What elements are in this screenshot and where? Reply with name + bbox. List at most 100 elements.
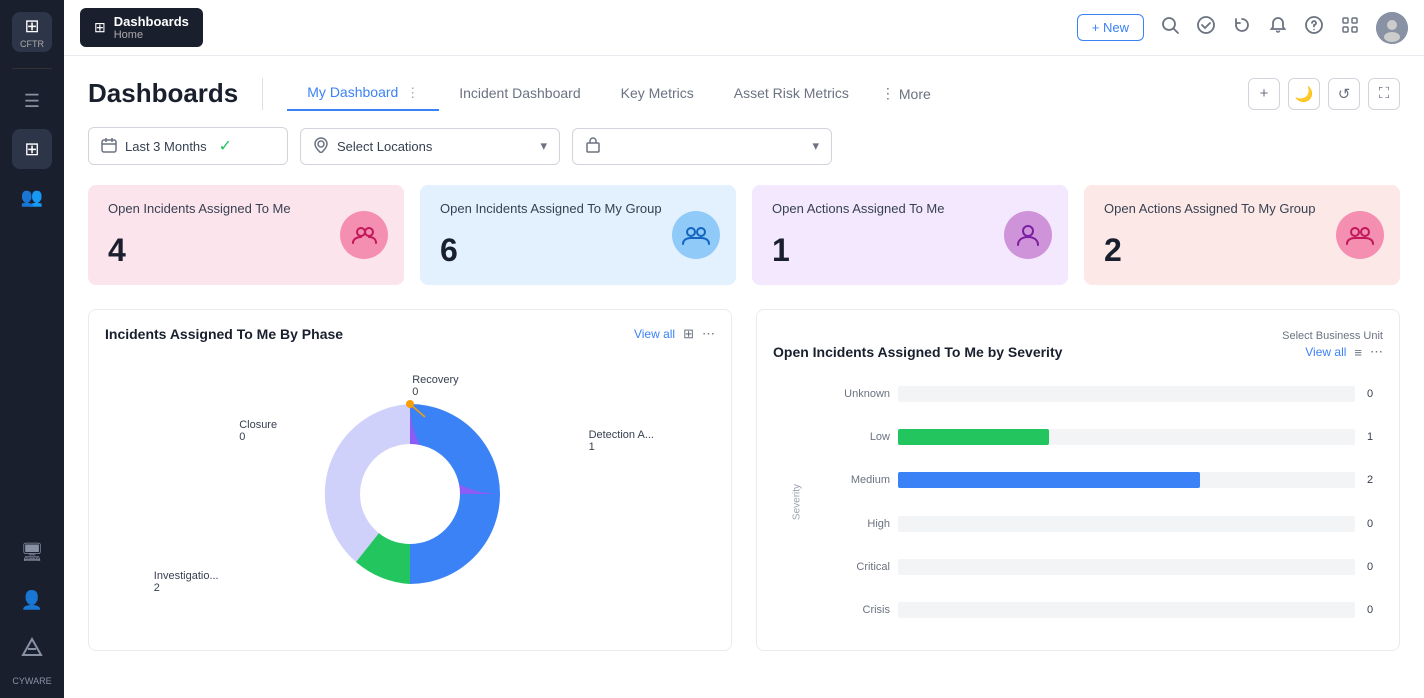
metric-card-actions-me-icon xyxy=(1004,211,1052,259)
tab-my-dashboard[interactable]: My Dashboard ⋮ xyxy=(287,76,439,111)
bar-row-critical: Critical 0 xyxy=(835,559,1383,575)
page-tabs: My Dashboard ⋮ Incident Dashboard Key Me… xyxy=(287,76,943,111)
donut-chart: Recovery 0 Closure 0 Detection A... 1 In… xyxy=(105,354,715,634)
tab-more[interactable]: ⋮ More xyxy=(869,77,943,110)
help-icon[interactable] xyxy=(1304,15,1324,40)
location-chevron-icon: ▾ xyxy=(540,138,547,154)
bar-chart-container: Severity Unknown 0 Low xyxy=(773,372,1383,632)
bar-track-low xyxy=(898,429,1355,445)
donut-chart-table-icon[interactable]: ⊞ xyxy=(683,326,694,342)
topbar-tab-label: Dashboards xyxy=(114,14,189,29)
sidebar-bottom: 🖥 👤 CYWARE xyxy=(12,532,52,686)
logo-text: CFTR xyxy=(20,39,44,49)
bar-row-low: Low 1 xyxy=(835,429,1383,445)
donut-chart-card: Incidents Assigned To Me By Phase View a… xyxy=(88,309,732,651)
bar-chart-title: Open Incidents Assigned To Me by Severit… xyxy=(773,344,1062,360)
refresh-dashboard-button[interactable]: ↺ xyxy=(1328,78,1360,110)
sidebar-item-dashboard[interactable]: ⊞ xyxy=(12,129,52,169)
location-filter[interactable]: Select Locations ▾ xyxy=(300,128,560,165)
cyware-icon xyxy=(21,637,43,659)
topbar-actions: + New xyxy=(1077,12,1408,44)
tab-asset-risk[interactable]: Asset Risk Metrics xyxy=(714,77,869,111)
bar-label-unknown: Unknown xyxy=(835,388,890,400)
tab-incident-dashboard[interactable]: Incident Dashboard xyxy=(439,77,600,111)
bar-chart-actions: View all ≡ ⋯ xyxy=(1305,344,1383,360)
topbar-dashboards-tab[interactable]: ⊞ Dashboards Home xyxy=(80,8,203,47)
metric-card-incidents-me-title: Open Incidents Assigned To Me xyxy=(108,201,384,216)
sidebar-logo[interactable]: ⊞ CFTR xyxy=(12,12,52,52)
new-button[interactable]: + New xyxy=(1077,14,1144,41)
bar-chart-rows: Unknown 0 Low 1 xyxy=(805,372,1383,632)
bar-value-critical: 0 xyxy=(1367,561,1383,573)
sidebar-divider-1 xyxy=(12,68,52,69)
date-filter[interactable]: Last 3 Months ✓ xyxy=(88,127,288,165)
metric-card-incidents-group-title: Open Incidents Assigned To My Group xyxy=(440,201,716,216)
bar-chart-card: Select Business Unit Open Incidents Assi… xyxy=(756,309,1400,651)
tab-key-metrics[interactable]: Key Metrics xyxy=(601,77,714,111)
metric-card-incidents-me[interactable]: Open Incidents Assigned To Me 4 xyxy=(88,185,404,285)
donut-svg xyxy=(295,379,525,609)
bar-row-medium: Medium 2 xyxy=(835,472,1383,488)
header-right-actions: + 🌙 ↺ ⛶ xyxy=(1248,78,1400,110)
bar-fill-medium xyxy=(898,472,1200,488)
select-business-unit: Select Business Unit xyxy=(773,326,1383,344)
bar-chart-more-icon[interactable]: ⋯ xyxy=(1370,344,1383,360)
refresh-icon[interactable] xyxy=(1232,15,1252,40)
metric-card-incidents-me-icon xyxy=(340,211,388,259)
dark-mode-button[interactable]: 🌙 xyxy=(1288,78,1320,110)
donut-label-recovery: Recovery 0 xyxy=(412,374,458,398)
check-circle-icon[interactable] xyxy=(1196,15,1216,40)
donut-chart-more-icon[interactable]: ⋯ xyxy=(702,326,715,342)
avatar-image xyxy=(1376,12,1408,44)
topbar-tab-sub: Home xyxy=(114,29,189,41)
bar-chart-list-icon[interactable]: ≡ xyxy=(1354,345,1362,360)
metric-card-actions-me[interactable]: Open Actions Assigned To Me 1 xyxy=(752,185,1068,285)
location-icon xyxy=(313,137,329,156)
content-area: Dashboards My Dashboard ⋮ Incident Dashb… xyxy=(64,56,1424,698)
business-filter[interactable]: ▾ xyxy=(572,128,832,165)
main-content: ⊞ Dashboards Home + New xyxy=(64,0,1424,698)
select-business-unit-label[interactable]: Select Business Unit xyxy=(1282,330,1383,342)
search-icon[interactable] xyxy=(1160,15,1180,40)
bar-chart-header: Open Incidents Assigned To Me by Severit… xyxy=(773,344,1383,360)
topbar: ⊞ Dashboards Home + New xyxy=(64,0,1424,56)
sidebar-item-users[interactable]: 👥 xyxy=(12,177,52,217)
bar-view-all[interactable]: View all xyxy=(1305,345,1346,359)
bar-track-medium xyxy=(898,472,1355,488)
metric-card-actions-group-icon xyxy=(1336,211,1384,259)
bar-row-crisis: Crisis 0 xyxy=(835,602,1383,618)
bar-fill-low xyxy=(898,429,1049,445)
metric-card-actions-group[interactable]: Open Actions Assigned To My Group 2 xyxy=(1084,185,1400,285)
sidebar-item-menu[interactable]: ☰ xyxy=(12,81,52,121)
metric-card-actions-me-title: Open Actions Assigned To Me xyxy=(772,201,1048,216)
menu-icon: ☰ xyxy=(24,91,40,112)
bar-row-unknown: Unknown 0 xyxy=(835,386,1383,402)
sidebar-item-person[interactable]: 👤 xyxy=(12,580,52,620)
donut-chart-title: Incidents Assigned To Me By Phase xyxy=(105,326,343,342)
bar-label-low: Low xyxy=(835,431,890,443)
severity-y-label: Severity xyxy=(792,484,803,520)
bar-track-crisis xyxy=(898,602,1355,618)
bar-value-medium: 2 xyxy=(1367,474,1383,486)
page-header: Dashboards My Dashboard ⋮ Incident Dashb… xyxy=(88,76,1400,111)
filter-check-icon: ✓ xyxy=(219,136,232,156)
donut-chart-header: Incidents Assigned To Me By Phase View a… xyxy=(105,326,715,342)
avatar[interactable] xyxy=(1376,12,1408,44)
bar-row-high: High 0 xyxy=(835,516,1383,532)
business-chevron-icon: ▾ xyxy=(812,138,819,154)
bell-icon[interactable] xyxy=(1268,15,1288,40)
metric-card-incidents-group[interactable]: Open Incidents Assigned To My Group 6 xyxy=(420,185,736,285)
filters-bar: Last 3 Months ✓ Select Locations ▾ ▾ xyxy=(88,127,1400,165)
grid-icon[interactable] xyxy=(1340,15,1360,40)
fullscreen-button[interactable]: ⛶ xyxy=(1368,78,1400,110)
sidebar-item-xware[interactable] xyxy=(12,628,52,668)
metric-cards: Open Incidents Assigned To Me 4 Open Inc… xyxy=(88,185,1400,285)
sidebar: ⊞ CFTR ☰ ⊞ 👥 🖥 👤 CYWARE xyxy=(0,0,64,698)
donut-label-investigation: Investigatio... 2 xyxy=(154,570,219,594)
dashboard-icon: ⊞ xyxy=(24,139,39,160)
metric-card-incidents-group-icon xyxy=(672,211,720,259)
bar-track-critical xyxy=(898,559,1355,575)
donut-view-all[interactable]: View all xyxy=(634,327,675,341)
add-widget-button[interactable]: + xyxy=(1248,78,1280,110)
sidebar-item-monitor[interactable]: 🖥 xyxy=(12,532,52,572)
